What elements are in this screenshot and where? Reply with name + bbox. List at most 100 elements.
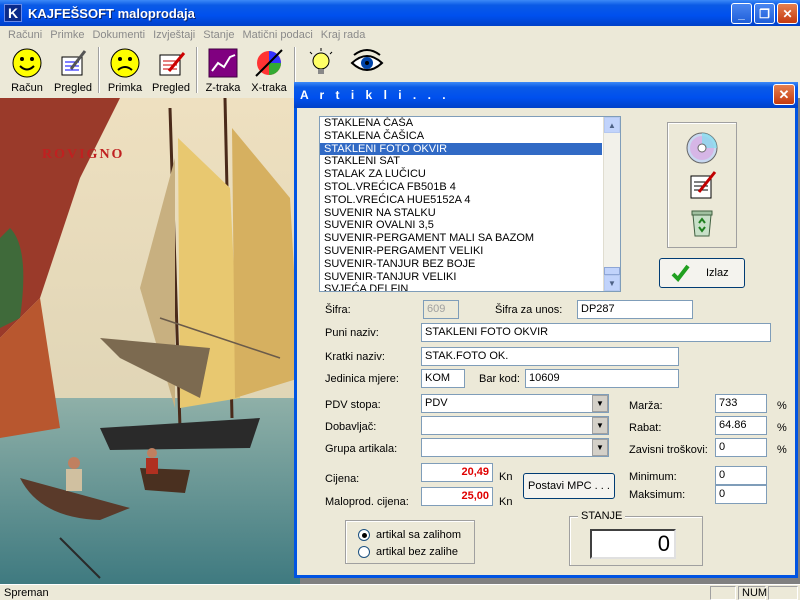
chevron-down-icon[interactable]: ▼ (592, 395, 608, 412)
list-item[interactable]: STAKLENI FOTO OKVIR (320, 142, 602, 156)
list-item[interactable]: SVJEĆA DELFIN (320, 283, 602, 291)
restore-button[interactable]: ❐ (754, 3, 775, 24)
barkod-field[interactable]: 10609 (525, 369, 679, 388)
app-logo-icon: K (4, 4, 22, 22)
scroll-up-icon[interactable]: ▲ (604, 117, 620, 133)
list-item[interactable]: SUVENIR NA STALKU (320, 207, 602, 220)
list-item[interactable]: STOL.VREĆICA FB501B 4 (320, 181, 602, 194)
radio-bez-zalihe[interactable]: artikal bez zalihe (358, 546, 458, 558)
cijena-field[interactable]: 20,49 (421, 463, 493, 482)
pdv-label: PDV stopa: (325, 399, 381, 411)
maksimum-label: Maksimum: (629, 489, 686, 501)
pregled-racuna-button[interactable]: Pregled (50, 44, 96, 96)
pregled-primki-button[interactable]: Pregled (148, 44, 194, 96)
puni-naziv-field[interactable]: STAKLENI FOTO OKVIR (421, 323, 771, 342)
radio-checked-icon[interactable] (358, 529, 370, 541)
title-bar: K KAJFEŠSOFT maloprodaja _ ❐ ✕ (0, 0, 800, 26)
chevron-down-icon[interactable]: ▼ (592, 439, 608, 456)
pregled-racuna-label: Pregled (54, 82, 92, 94)
sifra-field[interactable]: 609 (423, 300, 459, 319)
article-list[interactable]: STAKLENA ČAŠA STAKLENA ČAŠICA STAKLENI FOT… (319, 116, 621, 292)
menu-kraj-rada[interactable]: Kraj rada (317, 29, 370, 41)
pregled-primki-label: Pregled (152, 82, 190, 94)
z-traka-button[interactable]: Z-traka (200, 44, 246, 96)
pie-chart-icon (252, 46, 286, 80)
dobavljac-select[interactable]: ▼ (421, 416, 609, 435)
maloprod-field[interactable]: 25,00 (421, 487, 493, 506)
recycle-bin-icon (691, 210, 713, 237)
menu-izvjestaji[interactable]: Izvještaji (149, 29, 199, 41)
racun-label: Račun (11, 82, 43, 94)
delete-button[interactable] (684, 205, 720, 239)
kratki-naziv-label: Kratki naziv: (325, 351, 385, 363)
puni-naziv-label: Puni naziv: (325, 327, 379, 339)
jedinica-field[interactable]: KOM (421, 369, 465, 388)
menu-maticni-podaci[interactable]: Matični podaci (238, 29, 316, 41)
radio-unchecked-icon[interactable] (358, 546, 370, 558)
rabat-field[interactable]: 64.86 (715, 416, 767, 435)
list-item[interactable]: SUVENIR-PERGAMENT MALI SA BAZOM (320, 232, 602, 245)
stanje-value: 0 (590, 529, 676, 559)
maksimum-field[interactable]: 0 (715, 485, 767, 504)
izlaz-button[interactable]: Izlaz (659, 258, 745, 288)
rabat-percent: % (777, 422, 787, 434)
status-num: NUM (738, 585, 767, 600)
dialog-close-button[interactable]: ✕ (773, 84, 795, 105)
stock-type-group: artikal sa zalihom artikal bez zalihe (345, 520, 475, 564)
edit-button[interactable] (684, 168, 720, 202)
minimum-label: Minimum: (629, 471, 677, 483)
list-item[interactable]: STALAK ZA LUČICU (320, 168, 602, 181)
status-bar: Spreman NUM (0, 584, 800, 600)
list-item[interactable]: SUVENIR-TANJUR BEZ BOJE (320, 258, 602, 271)
x-traka-button[interactable]: X-traka (246, 44, 292, 96)
marza-label: Marža: (629, 400, 663, 412)
notepad-edit-icon (690, 171, 717, 199)
minimum-field[interactable]: 0 (715, 466, 767, 485)
list-item[interactable]: STAKLENI SAT (320, 155, 602, 168)
izlaz-label: Izlaz (706, 267, 729, 279)
z-traka-label: Z-traka (205, 82, 241, 94)
list-item[interactable]: SUVENIR-PERGAMENT VELIKI (320, 245, 602, 258)
scroll-thumb[interactable] (604, 267, 620, 275)
list-item[interactable]: STOL.VREĆICA HUE5152A 4 (320, 194, 602, 207)
action-icon-panel (667, 122, 737, 248)
list-item[interactable]: STAKLENA ČAŠICA (320, 130, 602, 143)
sifra-unos-field[interactable]: DP287 (577, 300, 693, 319)
radio-sa-zalihom[interactable]: artikal sa zalihom (358, 529, 461, 541)
sifra-label: Šifra: (325, 304, 351, 316)
minimize-button[interactable]: _ (731, 3, 752, 24)
postavi-mpc-button[interactable]: Postavi MPC . . . (523, 473, 615, 499)
pdv-select[interactable]: PDV ▼ (421, 394, 609, 413)
menu-stanje[interactable]: Stanje (199, 29, 238, 41)
zavisni-field[interactable]: 0 (715, 438, 767, 457)
list-scrollbar[interactable]: ▲ ▼ (603, 117, 620, 291)
list-item[interactable]: SUVENIR-TANJUR VELIKI (320, 271, 602, 284)
scroll-down-icon[interactable]: ▼ (604, 275, 620, 291)
window-title: KAJFEŠSOFT maloprodaja (28, 5, 195, 21)
close-button[interactable]: ✕ (777, 3, 798, 24)
menu-primke[interactable]: Primke (46, 29, 88, 41)
dialog-title: A r t i k l i . . . (300, 88, 450, 102)
artikli-dialog: A r t i k l i . . . ✕ STAKLENA ČAŠA STAKL… (294, 82, 798, 578)
kratki-naziv-field[interactable]: STAK.FOTO OK. (421, 347, 679, 366)
radio-sa-label: artikal sa zalihom (376, 529, 461, 541)
menu-racuni[interactable]: Računi (4, 29, 46, 41)
status-panel-empty (710, 585, 736, 600)
status-panel-empty (768, 585, 798, 600)
marza-field[interactable]: 733 (715, 394, 767, 413)
list-item[interactable]: SUVENIR OVALNI 3,5 (320, 219, 602, 232)
grupa-select[interactable]: ▼ (421, 438, 609, 457)
toolbar-separator (196, 47, 198, 93)
racun-button[interactable]: Račun (4, 44, 50, 96)
menu-bar: Računi Primke Dokumenti Izvještaji Stanj… (0, 26, 800, 44)
rabat-label: Rabat: (629, 422, 662, 434)
menu-dokumenti[interactable]: Dokumenti (88, 29, 149, 41)
primka-button[interactable]: Primka (102, 44, 148, 96)
document-pen-icon (154, 46, 188, 80)
postcard-image: ROVIGNO (0, 98, 300, 584)
save-disc-button[interactable] (684, 131, 720, 165)
marza-percent: % (777, 400, 787, 412)
chevron-down-icon[interactable]: ▼ (592, 417, 608, 434)
x-traka-label: X-traka (251, 82, 287, 94)
list-item[interactable]: STAKLENA ČAŠA (320, 117, 602, 130)
